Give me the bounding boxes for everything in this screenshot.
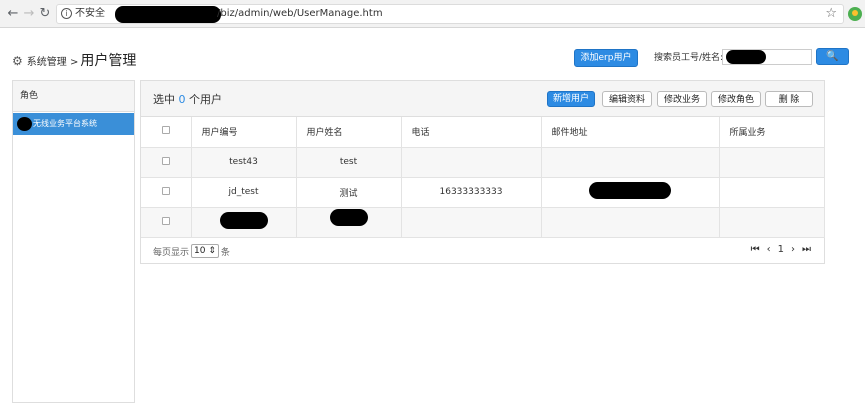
cell-user-id: test43 [191,147,297,178]
search-input[interactable] [722,49,812,65]
cell-phone: 16333333333 [401,177,542,208]
url-text: /biz/admin/web/UserManage.htm [217,8,383,19]
search-icon: 🔍 [826,51,839,62]
cell-email [541,177,720,208]
cell-business [719,147,825,178]
column-header-id[interactable]: 用户编号 [191,117,297,148]
redacted-email [589,182,671,199]
redacted-user-id [219,212,268,229]
cell-business [719,177,825,208]
row-checkbox-cell [141,177,192,208]
redacted-search-value [726,50,766,64]
row-checkbox-cell [141,207,192,238]
column-header-phone[interactable]: 电话 [401,117,542,148]
select-all-cell [141,117,192,148]
add-erp-user-button[interactable]: 添加erp用户 [574,49,638,67]
star-icon[interactable]: ☆ [825,5,837,23]
cell-user-id: jd_test [191,177,297,208]
next-page-icon[interactable]: › [791,244,795,255]
first-page-icon[interactable]: ⏮ [751,244,760,255]
last-page-icon[interactable]: ⏭ [802,244,811,255]
row-checkbox-cell [141,147,192,178]
cell-email [541,147,720,178]
redacted-role-icon [17,117,32,131]
redacted-user-name [329,209,368,226]
edit-info-button[interactable]: 编辑资料 [602,91,652,107]
selected-prefix: 选中 [153,93,175,106]
row-checkbox[interactable] [161,216,170,225]
user-panel: 选中 0 个用户 新增用户 编辑资料 修改业务 修改角色 删 除 用户编号 用户… [140,80,825,264]
browser-toolbar: ← → ↻ i 不安全 /biz/admin/web/UserManage.ht… [0,0,865,28]
panel-header: 选中 0 个用户 新增用户 编辑资料 修改业务 修改角色 删 除 [141,81,824,117]
prev-page-icon[interactable]: ‹ [767,244,771,255]
cell-user-id [191,207,297,238]
table-row[interactable]: jd_test 测试 16333333333 [141,177,825,208]
sidebar-heading: 角色 [13,81,134,112]
per-page-label: 每页显示 [153,247,190,258]
cell-email [541,207,720,238]
reload-icon[interactable]: ↻ [36,5,54,23]
page-header: ⚙ 系统管理 > 用户管理 添加erp用户 搜索员工号/姓名: 🔍 [0,28,865,78]
table-header-row: 用户编号 用户姓名 电话 邮件地址 所属业务 [141,117,825,148]
role-sidebar: 角色 无线业务平台系统 [12,80,135,403]
row-checkbox[interactable] [161,186,170,195]
modify-business-button[interactable]: 修改业务 [657,91,707,107]
page-title: 用户管理 [80,53,137,69]
gear-icon: ⚙ [12,54,23,68]
info-icon[interactable]: i [61,8,72,19]
page-navigation: ⏮ ‹ 1 › ⏭ [751,244,811,255]
title-area: ⚙ 系统管理 > 用户管理 [12,50,136,70]
search-button[interactable]: 🔍 [816,48,849,65]
cell-user-name [296,207,402,238]
cell-user-name: test [296,147,402,178]
insecure-label: 不安全 [75,8,105,19]
extension-icon[interactable] [848,7,862,21]
page-size-control: 每页显示 10 ⇕ 条 [153,244,230,258]
new-user-button[interactable]: 新增用户 [547,91,595,107]
address-bar[interactable]: i 不安全 /biz/admin/web/UserManage.htm ☆ [56,4,844,24]
modify-role-button[interactable]: 修改角色 [711,91,761,107]
breadcrumb[interactable]: 系统管理 > [27,53,79,68]
column-header-email[interactable]: 邮件地址 [541,117,720,148]
column-header-name[interactable]: 用户姓名 [296,117,402,148]
current-page[interactable]: 1 [778,244,784,255]
sidebar-item-label: 无线业务平台系统 [33,119,97,128]
search-label: 搜索员工号/姓名: [654,53,724,63]
row-checkbox[interactable] [161,156,170,165]
pagination-bar: 每页显示 10 ⇕ 条 ⏮ ‹ 1 › ⏭ [141,239,825,263]
user-table: 用户编号 用户姓名 电话 邮件地址 所属业务 test43 test jd_te… [141,117,825,238]
per-page-unit: 条 [220,247,230,258]
delete-button[interactable]: 删 除 [765,91,813,107]
page-size-select[interactable]: 10 ⇕ [191,244,219,258]
table-row[interactable]: test43 test [141,147,825,178]
selected-summary: 选中 0 个用户 [153,91,222,107]
cell-user-name: 测试 [296,177,402,208]
cell-business [719,207,825,238]
selected-suffix: 个用户 [189,93,222,106]
sidebar-item-wireless-platform[interactable]: 无线业务平台系统 [13,113,134,135]
cell-phone [401,147,542,178]
redacted-host [115,6,221,23]
cell-phone [401,207,542,238]
selected-count: 0 [178,93,186,106]
table-row[interactable] [141,207,825,238]
column-header-business[interactable]: 所属业务 [719,117,825,148]
select-all-checkbox[interactable] [161,126,170,135]
